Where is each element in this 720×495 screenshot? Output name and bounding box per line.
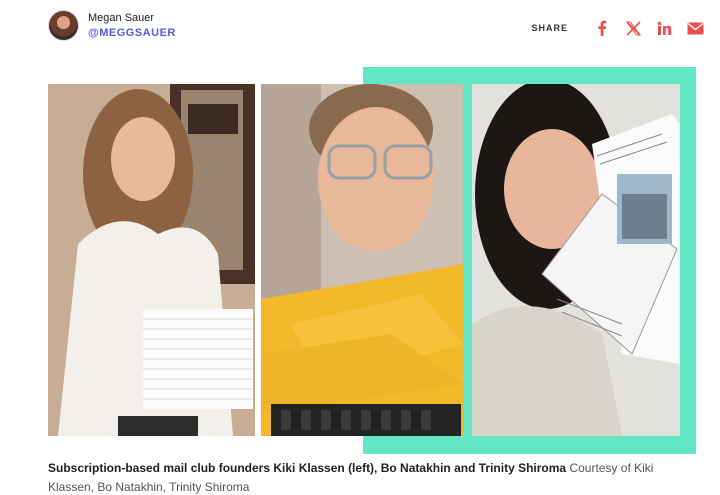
x-icon[interactable]: [622, 18, 644, 38]
author-block: Megan Sauer @MEGGSAUER: [48, 10, 176, 41]
photo-left-founder: [48, 84, 255, 436]
caption-main-text: Subscription-based mail club founders Ki…: [48, 461, 567, 475]
photo-center-founder: [261, 84, 463, 436]
author-name[interactable]: Megan Sauer: [88, 11, 176, 25]
author-handle[interactable]: @MEGGSAUER: [88, 26, 176, 40]
linkedin-icon[interactable]: [653, 18, 675, 38]
facebook-icon[interactable]: [591, 18, 613, 38]
share-label: SHARE: [531, 23, 568, 33]
photo-right-founder: [472, 84, 680, 436]
article-media-page: Megan Sauer @MEGGSAUER SHARE Subscriptio…: [0, 0, 720, 495]
author-text: Megan Sauer @MEGGSAUER: [88, 11, 176, 40]
photo-caption: Subscription-based mail club founders Ki…: [48, 459, 688, 495]
author-avatar[interactable]: [48, 10, 79, 41]
email-icon[interactable]: [684, 18, 706, 38]
share-bar: SHARE: [531, 18, 706, 38]
